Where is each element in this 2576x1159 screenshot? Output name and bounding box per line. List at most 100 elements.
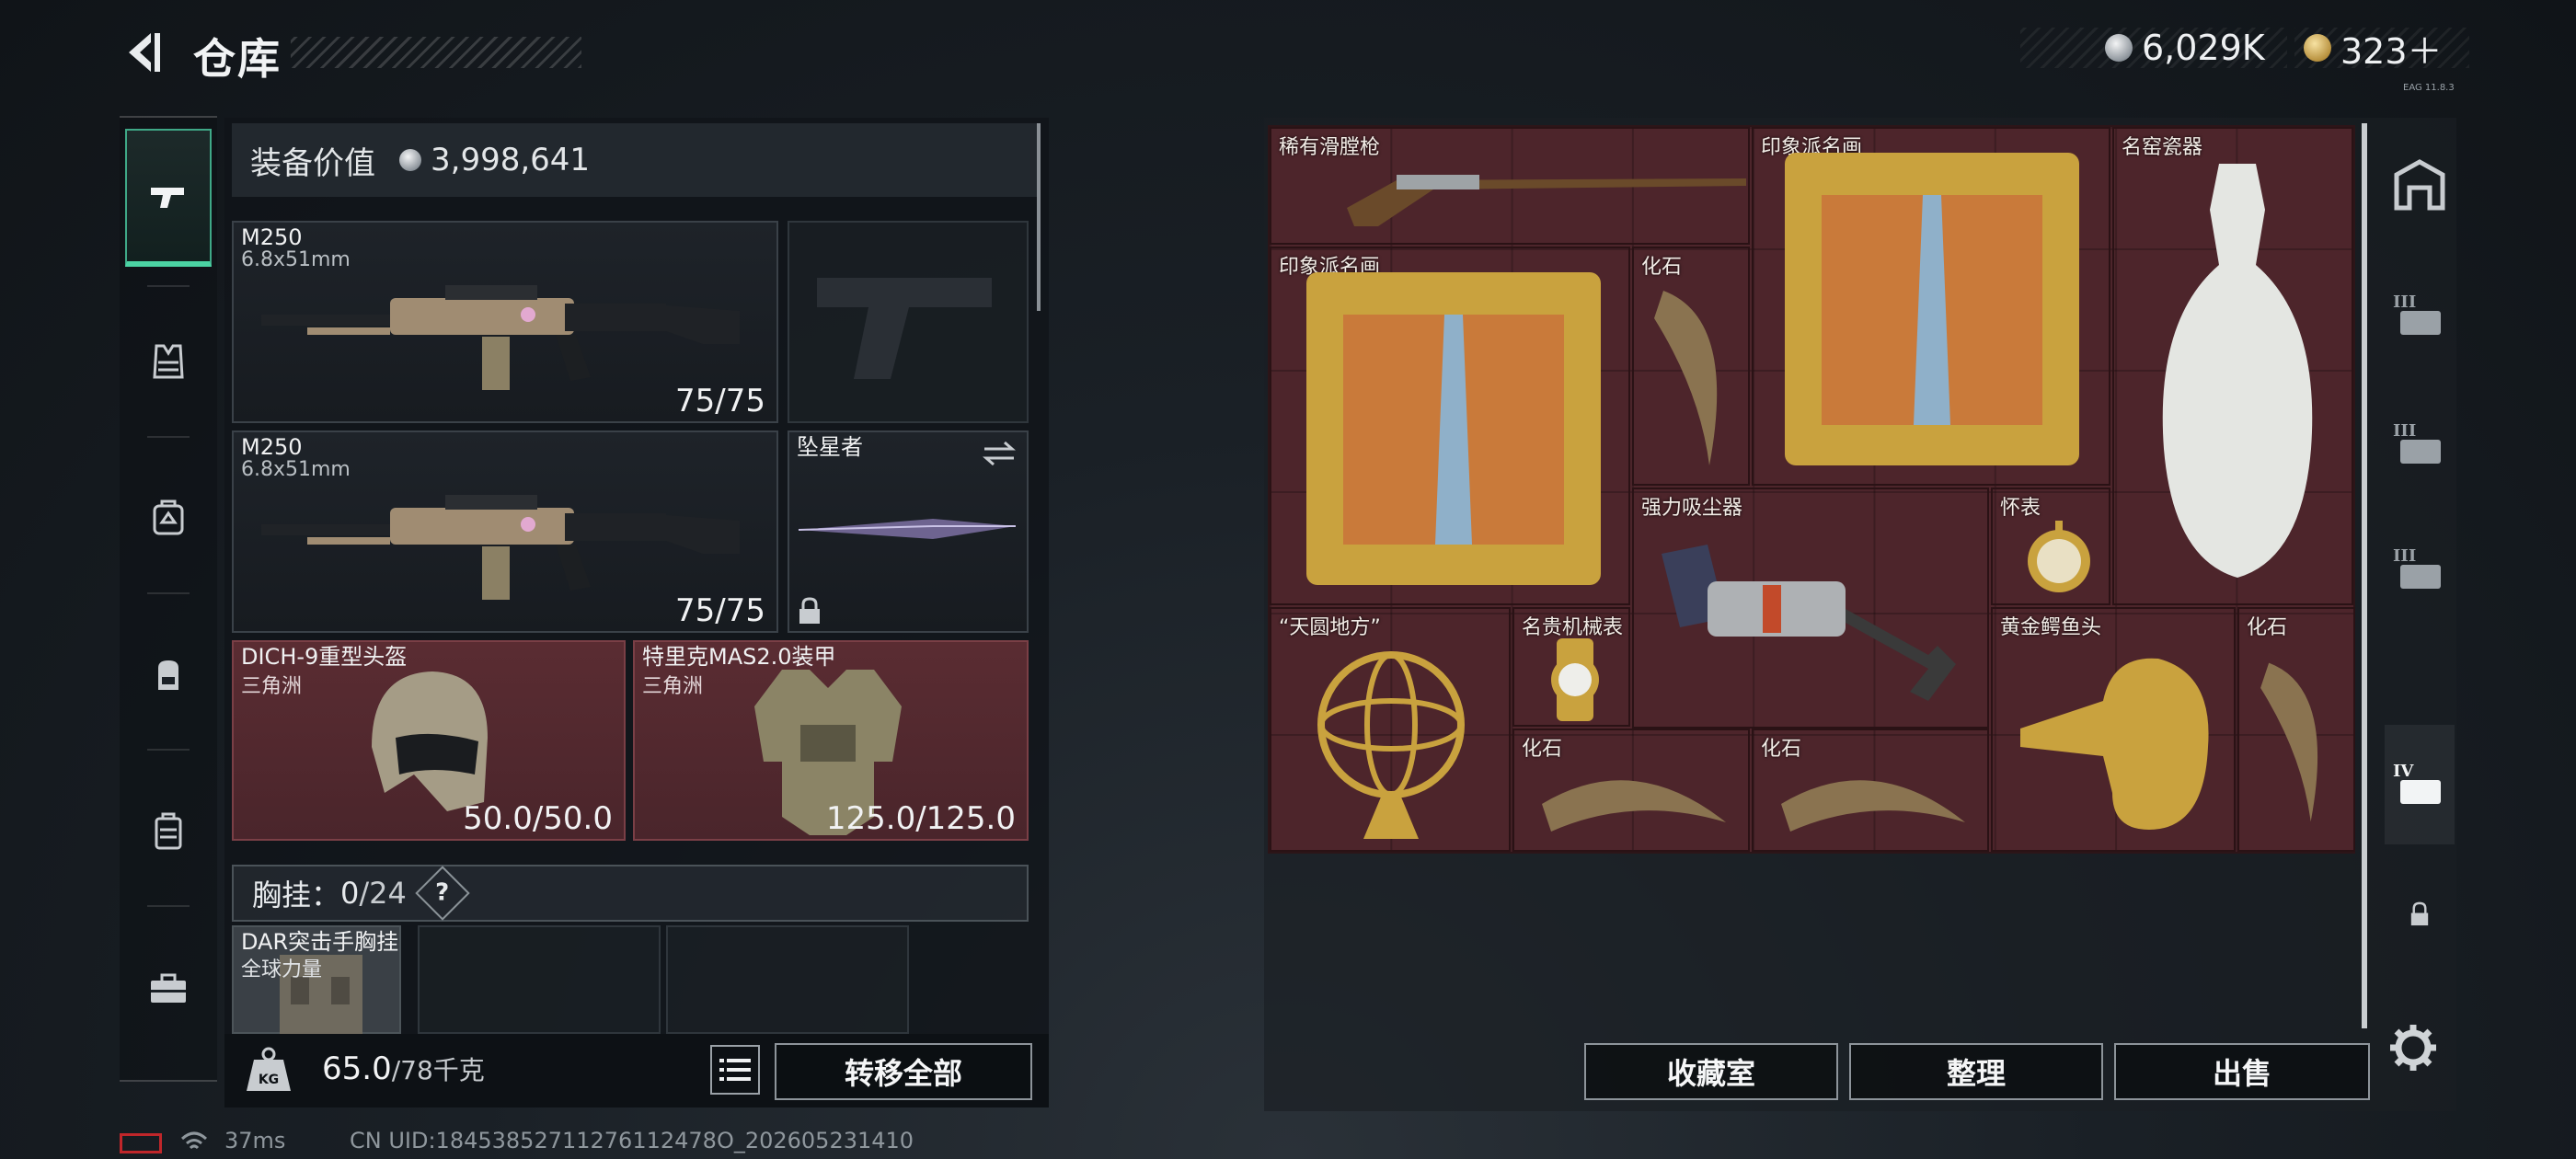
nav-stash[interactable] <box>2385 125 2455 245</box>
lock-icon <box>799 597 820 624</box>
corner-version-text: EAG 11.8.3 <box>2403 83 2455 93</box>
stash-item[interactable]: 化石 <box>1752 729 1989 852</box>
stash-item[interactable]: 印象派名画 <box>1270 247 1630 605</box>
battery-low-icon <box>120 1133 162 1153</box>
stash-item[interactable]: 名贵机械表 <box>1512 607 1630 727</box>
framed-painting-icon <box>1306 272 1601 585</box>
stash-scrollbar[interactable] <box>2362 123 2367 1028</box>
silver-coin-icon <box>2105 34 2133 62</box>
item-name: 化石 <box>1641 256 1683 279</box>
svg-text:KG: KG <box>259 1073 279 1087</box>
secondary-weapon-slot[interactable]: M250 6.8x51mm 75/75 <box>232 430 778 633</box>
nav-container-3[interactable]: III <box>2385 510 2455 629</box>
armor-slot[interactable]: 特里克MAS2.0装甲 三角洲 125.0/125.0 <box>633 640 1029 841</box>
nav-container-1[interactable]: III <box>2385 256 2455 375</box>
armored-backpack-icon <box>153 499 184 535</box>
stash-item[interactable]: 稀有滑膛枪 <box>1270 127 1750 245</box>
pistol-silhouette-icon <box>817 278 992 379</box>
weapon-name: M250 <box>241 434 303 460</box>
fossil-claw-icon <box>1654 291 1718 465</box>
nav-container-4[interactable]: IV <box>2385 725 2455 844</box>
right-container-nav: III III III IV <box>2375 118 2464 1038</box>
nav-case[interactable] <box>125 762 212 900</box>
wifi-icon <box>180 1131 208 1150</box>
helmet-icon <box>372 671 488 811</box>
knife-icon <box>798 519 1016 539</box>
stash-item[interactable]: 化石 <box>1632 247 1750 486</box>
nav-backpack[interactable] <box>125 605 212 743</box>
nav-container-2[interactable]: III <box>2385 384 2455 504</box>
melee-slot[interactable]: 坠星者 <box>788 430 1029 633</box>
equipment-scrollbar[interactable] <box>1037 123 1041 311</box>
chest-rig-slot[interactable]: DAR突击手胸挂 全球力量 <box>232 925 401 1036</box>
svg-text:III: III <box>2393 293 2416 312</box>
stash-item[interactable]: “天圆地方” <box>1270 607 1511 852</box>
stash-item[interactable]: 怀表 <box>1991 488 2110 605</box>
list-view-button[interactable] <box>710 1045 760 1095</box>
container-IV-icon: IV <box>2393 762 2441 804</box>
sell-button[interactable]: 出售 <box>2114 1043 2370 1100</box>
gold-currency[interactable]: 323＋ <box>2294 28 2469 72</box>
back-arrow-icon[interactable] <box>120 29 166 75</box>
durability: 125.0/125.0 <box>825 800 1016 837</box>
sidearm-slot[interactable] <box>788 221 1029 423</box>
user-uid: CN UID:18453852711276112478O_20260523141… <box>350 1128 914 1153</box>
stash-item[interactable]: 名窑瓷器 <box>2112 127 2353 605</box>
chest-rig-name: DAR突击手胸挂 <box>241 929 399 955</box>
machine-gun-icon <box>261 285 740 390</box>
nav-locked-container[interactable] <box>2385 854 2455 973</box>
svg-text:III: III <box>2393 546 2416 566</box>
carry-weight-capacity: /78千克 <box>391 1055 485 1085</box>
durability: 50.0/50.0 <box>463 800 613 837</box>
equipment-value-label: 装备价值 <box>250 144 375 182</box>
vacuum-cleaner-icon <box>1662 545 1956 701</box>
stash-item[interactable]: 印象派名画 <box>1752 127 2110 486</box>
machine-gun-icon <box>261 495 740 600</box>
left-category-nav <box>120 116 217 1082</box>
chest-rig-header: 胸挂： 0 /24 ? <box>232 865 1029 922</box>
nav-weapons[interactable] <box>125 129 212 267</box>
helmet-slot[interactable]: DICH-9重型头盔 三角洲 50.0/50.0 <box>232 640 626 841</box>
transfer-all-button[interactable]: 转移全部 <box>775 1043 1032 1100</box>
container-III-icon: III <box>2393 293 2441 335</box>
stash-item[interactable]: 强力吸尘器 <box>1632 488 1989 729</box>
carry-weight: 65.0/78千克 <box>322 1050 485 1087</box>
armor-faction: 三角洲 <box>642 675 704 698</box>
stash-icon <box>2394 159 2445 211</box>
rig-pocket-slot[interactable] <box>666 925 909 1034</box>
rig-pocket-slot[interactable] <box>418 925 661 1034</box>
silver-currency[interactable]: 6,029K <box>2020 28 2287 68</box>
stash-item[interactable]: 化石 <box>1512 729 1750 852</box>
fossil-claw-icon <box>2260 662 2318 822</box>
gold-crocodile-head-icon <box>2020 658 2209 830</box>
fossil-claw-icon <box>1781 780 1965 832</box>
pistol-icon <box>151 188 184 208</box>
backpack-icon <box>158 660 178 690</box>
item-name: 化石 <box>2247 616 2288 639</box>
help-icon[interactable]: ? <box>415 866 470 921</box>
durability: 75/75 <box>675 383 765 419</box>
armillary-sphere-icon <box>1317 651 1465 839</box>
swap-arrows-icon[interactable] <box>981 440 1018 467</box>
page-title: 仓库 <box>193 34 282 84</box>
pocket-watch-icon <box>2028 521 2090 592</box>
collection-room-button[interactable]: 收藏室 <box>1584 1043 1838 1100</box>
chest-rig-faction: 全球力量 <box>241 958 323 981</box>
organize-button[interactable]: 整理 <box>1849 1043 2103 1100</box>
nav-toolbox[interactable] <box>125 918 212 1056</box>
nav-vest[interactable] <box>125 293 212 430</box>
equipment-value-header: 装备价值 3,998,641 <box>232 123 1038 197</box>
durability: 75/75 <box>675 592 765 629</box>
carry-weight-value: 65.0 <box>322 1050 392 1087</box>
stash-item[interactable]: 黄金鳄鱼头 <box>1991 607 2236 852</box>
container-III-icon: III <box>2393 546 2441 589</box>
settings-icon[interactable] <box>2388 1023 2438 1073</box>
stash-item[interactable]: 化石 <box>2237 607 2355 852</box>
equipment-value-amount: 3,998,641 <box>431 142 591 178</box>
list-icon <box>719 1059 751 1081</box>
nav-armored-backpack[interactable] <box>125 449 212 587</box>
framed-painting-icon <box>1785 153 2079 465</box>
primary-weapon-slot[interactable]: M250 6.8x51mm 75/75 <box>232 221 778 423</box>
wristwatch-icon <box>1551 638 1599 721</box>
ping-readout: 37ms <box>224 1128 286 1153</box>
